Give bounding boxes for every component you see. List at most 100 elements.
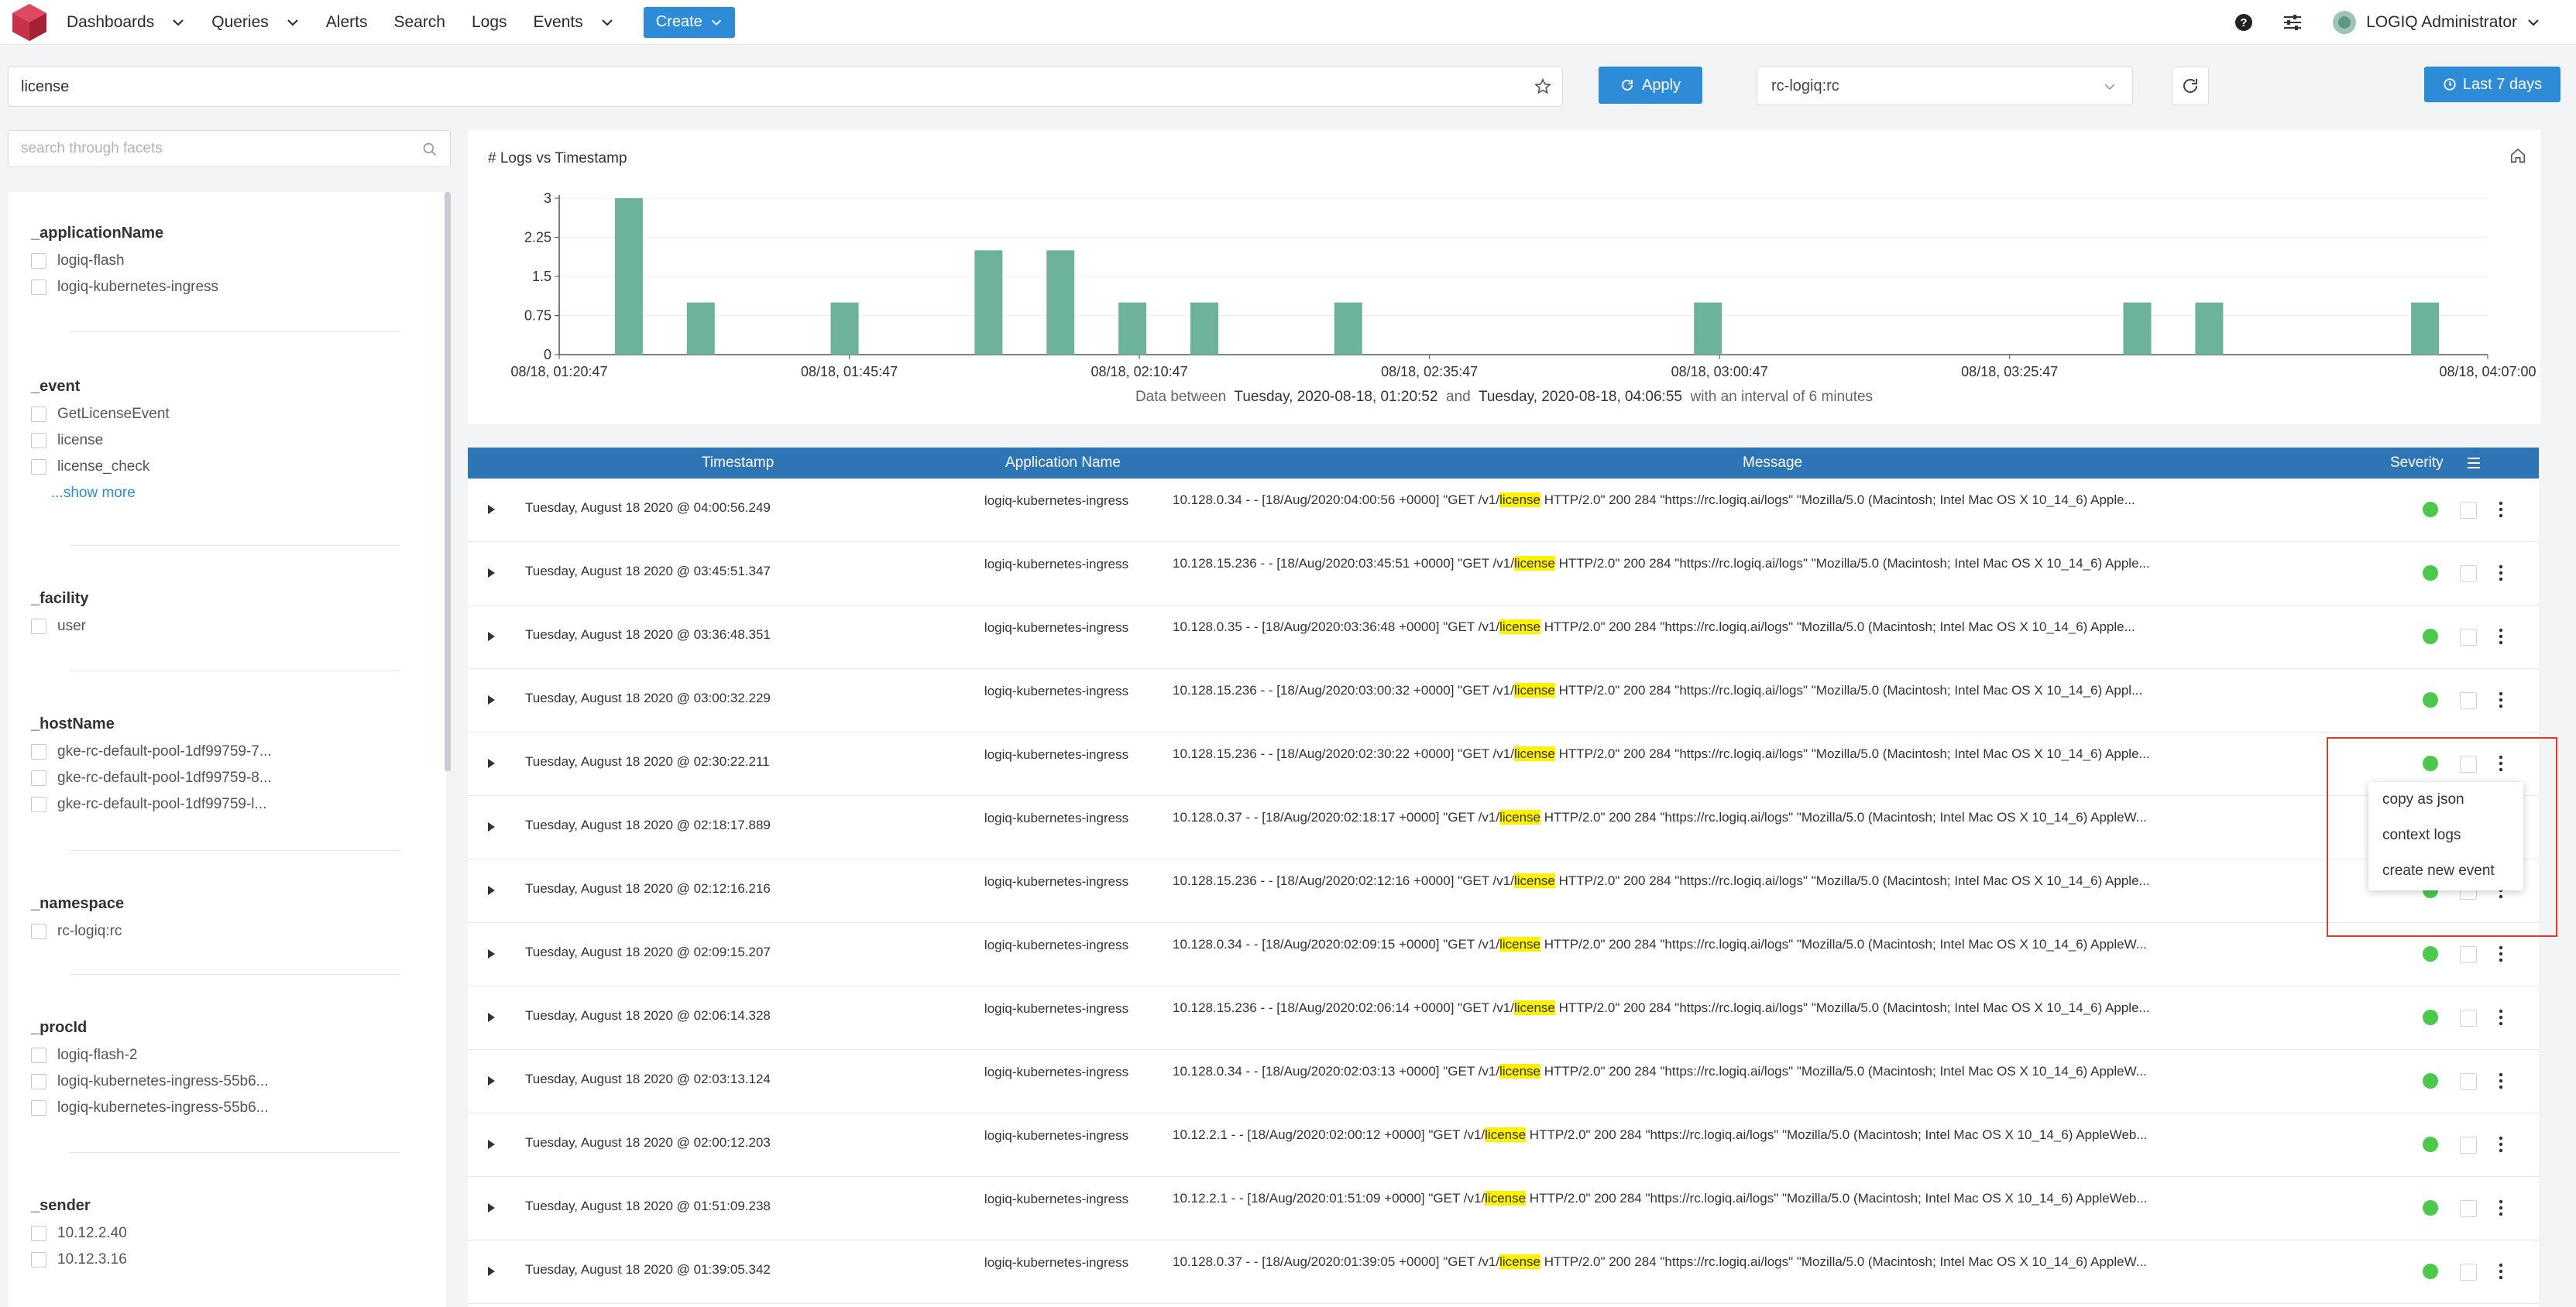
facet-checkbox[interactable] (31, 924, 46, 939)
kebab-icon[interactable] (2499, 691, 2503, 709)
kebab-icon[interactable] (2499, 1135, 2503, 1154)
expand-caret-icon[interactable] (488, 505, 495, 514)
row-checkbox[interactable] (2460, 756, 2477, 773)
menu-copy-as-json[interactable]: copy as json (2368, 782, 2523, 818)
facet-checkbox[interactable] (31, 1048, 46, 1063)
expand-caret-icon[interactable] (488, 759, 495, 768)
help-icon[interactable]: ? (2234, 13, 2253, 32)
facet-checkbox[interactable] (31, 744, 46, 760)
table-row[interactable]: Tuesday, August 18 2020 @ 01:51:09.238 lo… (468, 1177, 2539, 1240)
nav-alerts[interactable]: Alerts (326, 13, 368, 32)
kebab-icon[interactable] (2499, 500, 2503, 519)
facet-option[interactable]: gke-rc-default-pool-1df99759-l... (31, 791, 403, 818)
facet-option[interactable]: logiq-flash-2 (31, 1042, 403, 1069)
menu-context-logs[interactable]: context logs (2368, 818, 2523, 853)
table-row[interactable]: Tuesday, August 18 2020 @ 03:45:51.347 lo… (468, 542, 2539, 605)
expand-caret-icon[interactable] (488, 1013, 495, 1022)
row-checkbox[interactable] (2460, 692, 2477, 709)
expand-caret-icon[interactable] (488, 632, 495, 641)
facet-option[interactable]: rc-logiq:rc (31, 918, 403, 945)
time-range-button[interactable]: Last 7 days (2424, 67, 2561, 102)
sliders-icon[interactable] (2282, 13, 2303, 32)
kebab-icon[interactable] (2499, 945, 2503, 963)
facet-option[interactable]: gke-rc-default-pool-1df99759-8... (31, 765, 403, 791)
row-checkbox[interactable] (2460, 629, 2477, 646)
query-input[interactable]: license (8, 67, 1563, 107)
expand-caret-icon[interactable] (488, 949, 495, 959)
nav-dashboards[interactable]: Dashboards (67, 13, 185, 32)
facet-checkbox[interactable] (31, 253, 46, 269)
create-button[interactable]: Create (643, 6, 735, 38)
facet-option[interactable]: gke-rc-default-pool-1df99759-7... (31, 739, 403, 765)
header-severity[interactable]: Severity (2390, 448, 2444, 479)
row-checkbox[interactable] (2460, 1200, 2477, 1217)
facet-option[interactable]: license_check (31, 454, 403, 480)
expand-caret-icon[interactable] (488, 1140, 495, 1149)
facet-option[interactable]: logiq-kubernetes-ingress-55b6... (31, 1095, 403, 1121)
header-message[interactable]: Message (1743, 448, 1802, 479)
row-checkbox[interactable] (2460, 1264, 2477, 1281)
table-row[interactable]: Tuesday, August 18 2020 @ 02:00:12.203 lo… (468, 1113, 2539, 1177)
kebab-icon[interactable] (2499, 1072, 2503, 1090)
table-row[interactable]: Tuesday, August 18 2020 @ 04:00:56.249 lo… (468, 479, 2539, 542)
user-menu[interactable]: LOGIQ Administrator (2332, 10, 2540, 35)
expand-caret-icon[interactable] (488, 568, 495, 578)
show-more-link[interactable]: ...show more (31, 480, 403, 506)
table-row[interactable]: Tuesday, August 18 2020 @ 02:30:22.211 lo… (468, 732, 2539, 796)
table-row[interactable]: Tuesday, August 18 2020 @ 02:06:14.328 lo… (468, 986, 2539, 1050)
facet-checkbox[interactable] (31, 1226, 46, 1241)
kebab-icon[interactable] (2499, 564, 2503, 582)
menu-create-new-event[interactable]: create new event (2368, 853, 2523, 889)
facet-checkbox[interactable] (31, 770, 46, 786)
star-icon[interactable] (1534, 78, 1551, 95)
facet-checkbox[interactable] (31, 1074, 46, 1089)
expand-caret-icon[interactable] (488, 1076, 495, 1086)
facet-option[interactable]: user (31, 613, 403, 640)
facet-checkbox[interactable] (31, 280, 46, 295)
facet-option[interactable]: 10.12.2.40 (31, 1220, 403, 1247)
nav-queries[interactable]: Queries (211, 13, 300, 32)
kebab-icon[interactable] (2499, 1008, 2503, 1027)
row-checkbox[interactable] (2460, 1073, 2477, 1090)
table-row[interactable]: Tuesday, August 18 2020 @ 02:12:16.216 lo… (468, 859, 2539, 923)
apply-button[interactable]: Apply (1599, 67, 1702, 104)
row-checkbox[interactable] (2460, 1137, 2477, 1154)
header-application-name[interactable]: Application Name (1005, 448, 1121, 479)
nav-events[interactable]: Events (534, 13, 614, 32)
column-menu-icon[interactable] (2466, 455, 2482, 471)
facet-option[interactable]: logiq-kubernetes-ingress-55b6... (31, 1069, 403, 1095)
nav-logs[interactable]: Logs (472, 13, 507, 32)
facet-checkbox[interactable] (31, 459, 46, 475)
kebab-icon[interactable] (2499, 1199, 2503, 1217)
facet-option[interactable]: license (31, 427, 403, 454)
table-row[interactable]: Tuesday, August 18 2020 @ 01:39:05.342 lo… (468, 1240, 2539, 1304)
namespace-select[interactable]: rc-logiq:rc (1757, 67, 2133, 105)
header-timestamp[interactable]: Timestamp (702, 448, 774, 479)
facet-checkbox[interactable] (31, 407, 46, 422)
facet-option[interactable]: logiq-kubernetes-ingress (31, 274, 403, 300)
table-row[interactable]: Tuesday, August 18 2020 @ 02:18:17.889 lo… (468, 796, 2539, 859)
refresh-button[interactable] (2172, 67, 2209, 105)
facet-checkbox[interactable] (31, 433, 46, 448)
table-row[interactable]: Tuesday, August 18 2020 @ 03:00:32.229 lo… (468, 669, 2539, 732)
expand-caret-icon[interactable] (488, 1203, 495, 1213)
sidebar-scrollbar[interactable] (445, 192, 451, 771)
table-row[interactable]: Tuesday, August 18 2020 @ 02:09:15.207 lo… (468, 923, 2539, 986)
facet-option[interactable]: GetLicenseEvent (31, 401, 403, 427)
row-checkbox[interactable] (2460, 946, 2477, 963)
row-checkbox[interactable] (2460, 502, 2477, 519)
facet-option[interactable]: logiq-flash (31, 248, 403, 274)
expand-caret-icon[interactable] (488, 1267, 495, 1276)
facet-checkbox[interactable] (31, 619, 46, 634)
logiq-logo-icon[interactable] (9, 2, 50, 43)
facet-checkbox[interactable] (31, 1100, 46, 1116)
expand-caret-icon[interactable] (488, 822, 495, 832)
kebab-icon[interactable] (2499, 754, 2503, 773)
facet-option[interactable]: 10.12.3.16 (31, 1247, 403, 1273)
table-row[interactable]: Tuesday, August 18 2020 @ 03:36:48.351 lo… (468, 605, 2539, 669)
table-row[interactable]: Tuesday, August 18 2020 @ 02:03:13.124 lo… (468, 1050, 2539, 1113)
expand-caret-icon[interactable] (488, 886, 495, 895)
facet-search-input[interactable]: search through facets (8, 130, 451, 167)
facet-checkbox[interactable] (31, 1252, 46, 1268)
row-checkbox[interactable] (2460, 1010, 2477, 1027)
